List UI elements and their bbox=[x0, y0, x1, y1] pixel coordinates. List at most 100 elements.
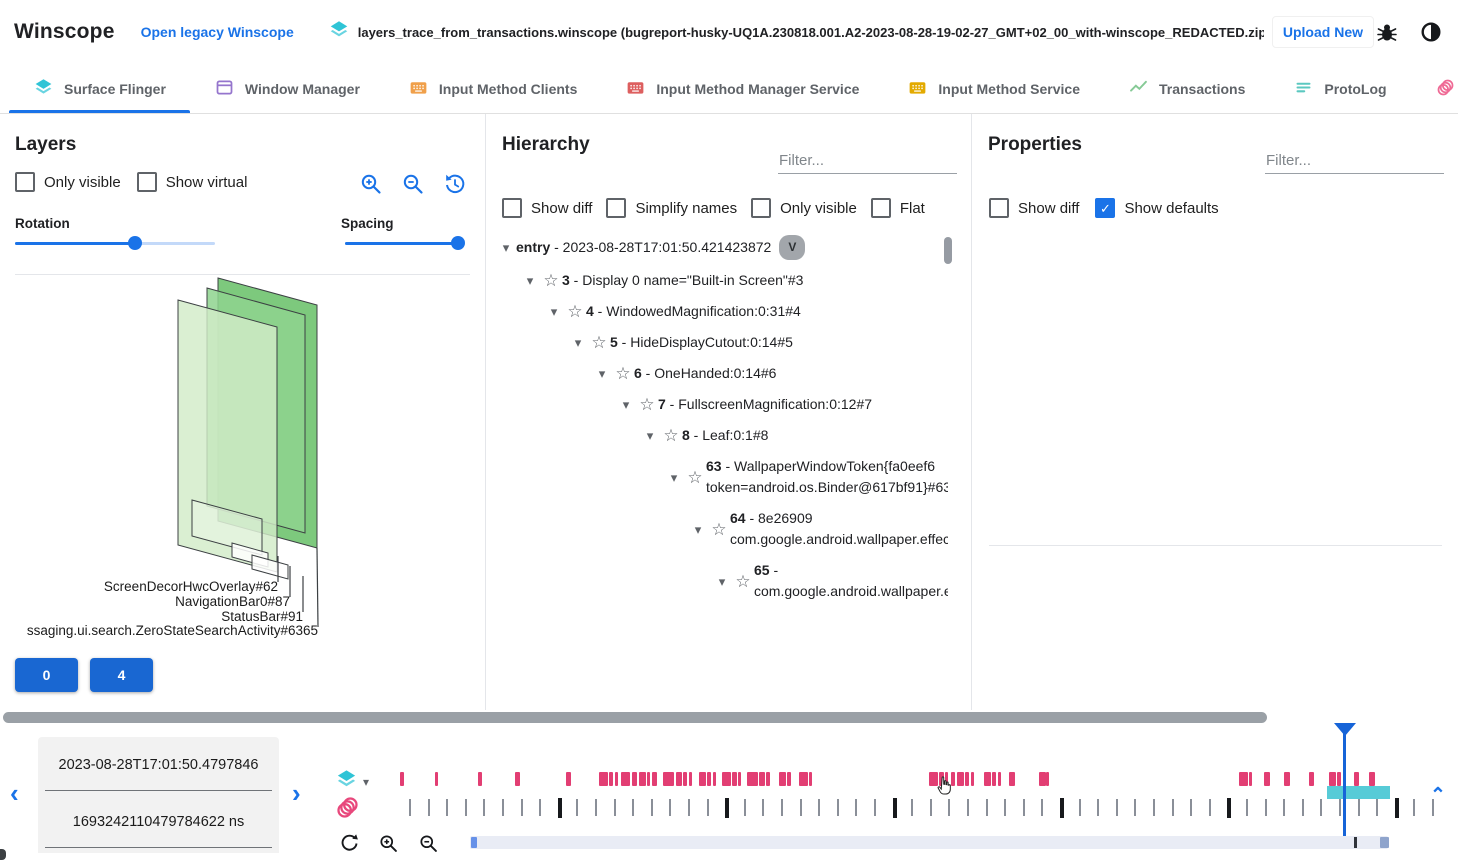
dark-mode-icon[interactable] bbox=[1418, 19, 1444, 45]
timeline-cursor[interactable] bbox=[1343, 723, 1346, 836]
transition-marker[interactable] bbox=[713, 772, 716, 786]
tree-row-7[interactable]: ▾☆7 - FullscreenMagnification:0:12#7 bbox=[496, 389, 948, 420]
transition-marker[interactable] bbox=[939, 772, 944, 786]
pin-star-icon[interactable]: ☆ bbox=[588, 332, 610, 353]
entry-tick[interactable] bbox=[483, 799, 485, 816]
transition-marker[interactable] bbox=[766, 772, 770, 786]
entry-tick[interactable] bbox=[1283, 799, 1285, 816]
transition-marker[interactable] bbox=[759, 772, 765, 786]
tree-row-63[interactable]: ▾☆63 - WallpaperWindowToken{fa0eef6 toke… bbox=[496, 451, 948, 503]
transition-marker[interactable] bbox=[400, 772, 404, 786]
hierarchy-scrollbar[interactable] bbox=[944, 237, 952, 264]
transition-marker[interactable] bbox=[683, 772, 687, 786]
entry-tick[interactable] bbox=[707, 799, 709, 816]
tree-row-4[interactable]: ▾☆4 - WindowedMagnification:0:31#4 bbox=[496, 296, 948, 327]
entry-tick[interactable] bbox=[409, 799, 411, 816]
entry-tick[interactable] bbox=[1172, 799, 1174, 816]
checkbox-box[interactable] bbox=[502, 198, 522, 218]
bug-report-icon[interactable] bbox=[1374, 19, 1400, 45]
transition-marker[interactable] bbox=[951, 772, 955, 786]
transition-marker[interactable] bbox=[707, 772, 711, 786]
entry-tick[interactable] bbox=[1376, 799, 1378, 816]
timeline-range-slider[interactable] bbox=[470, 836, 1388, 849]
entry-tick[interactable] bbox=[1023, 799, 1025, 816]
transition-marker[interactable] bbox=[647, 772, 650, 786]
transition-marker[interactable] bbox=[1337, 772, 1341, 786]
entry-tick[interactable] bbox=[465, 799, 467, 816]
collapse-triangle-icon[interactable]: ▾ bbox=[520, 270, 540, 291]
transition-marker[interactable] bbox=[929, 772, 938, 786]
entry-tick[interactable] bbox=[1004, 799, 1006, 816]
entry-tick[interactable] bbox=[688, 799, 690, 816]
transition-marker[interactable] bbox=[971, 772, 974, 786]
entry-tick[interactable] bbox=[1041, 799, 1043, 816]
transition-marker[interactable] bbox=[621, 772, 630, 786]
entry-tick[interactable] bbox=[1265, 799, 1267, 816]
entry-tick[interactable] bbox=[446, 799, 448, 816]
transition-marker[interactable] bbox=[787, 772, 791, 786]
surface-flinger-trace-icon[interactable] bbox=[335, 768, 358, 796]
tab-window-manager[interactable]: Window Manager bbox=[190, 64, 384, 113]
reset-view-icon[interactable] bbox=[443, 172, 467, 196]
entry-tick[interactable] bbox=[837, 799, 839, 816]
entry-tick[interactable] bbox=[632, 799, 634, 816]
transition-marker[interactable] bbox=[676, 772, 682, 786]
collapse-triangle-icon[interactable]: ▾ bbox=[568, 332, 588, 353]
tree-row-65[interactable]: ▾☆65 - com.google.android.wallpaper.effe… bbox=[496, 555, 948, 607]
transition-marker[interactable] bbox=[1039, 772, 1046, 786]
rotation-slider-thumb[interactable] bbox=[128, 236, 142, 250]
entry-tick[interactable] bbox=[651, 799, 653, 816]
transition-marker[interactable] bbox=[652, 772, 657, 786]
transition-marker[interactable] bbox=[747, 772, 758, 786]
checkbox-box[interactable] bbox=[137, 172, 157, 192]
checkbox-box[interactable] bbox=[606, 198, 626, 218]
checkbox-only-visible[interactable]: Only visible bbox=[15, 172, 121, 192]
entry-tick[interactable] bbox=[1320, 799, 1322, 816]
prev-entry-chevron[interactable]: ‹ bbox=[10, 780, 19, 806]
entry-tick[interactable] bbox=[1190, 799, 1192, 816]
entry-tick[interactable] bbox=[1395, 798, 1399, 818]
entry-tick[interactable] bbox=[911, 799, 913, 816]
tab-surface-flinger[interactable]: Surface Flinger bbox=[9, 64, 190, 113]
entry-tick[interactable] bbox=[986, 799, 988, 816]
hierarchy-filter-input[interactable] bbox=[778, 148, 957, 174]
collapse-triangle-icon[interactable]: ▾ bbox=[640, 425, 660, 446]
entry-tick[interactable] bbox=[967, 799, 969, 816]
entry-tick[interactable] bbox=[818, 799, 820, 816]
entry-tick[interactable] bbox=[893, 798, 897, 818]
entry-tick[interactable] bbox=[948, 799, 950, 816]
layer-id-button-0[interactable]: 0 bbox=[15, 658, 78, 692]
entry-tick[interactable] bbox=[1116, 799, 1118, 816]
collapse-triangle-icon[interactable]: ▾ bbox=[496, 237, 516, 258]
tree-row-8[interactable]: ▾☆8 - Leaf:0:1#8 bbox=[496, 420, 948, 451]
transition-marker[interactable] bbox=[738, 772, 741, 786]
expand-timeline-chevron[interactable]: ⌃ bbox=[1430, 784, 1446, 807]
transition-marker[interactable] bbox=[1239, 772, 1248, 786]
transition-marker[interactable] bbox=[984, 772, 991, 786]
entry-tick[interactable] bbox=[1339, 799, 1341, 816]
entry-tick[interactable] bbox=[1060, 798, 1064, 818]
collapse-triangle-icon[interactable]: ▾ bbox=[688, 519, 708, 540]
transition-marker[interactable] bbox=[1309, 772, 1314, 786]
transition-marker[interactable] bbox=[615, 772, 618, 786]
rotation-slider[interactable] bbox=[15, 236, 215, 250]
entry-tick[interactable] bbox=[762, 799, 764, 816]
entry-tick[interactable] bbox=[1153, 799, 1155, 816]
tab-input-method-service[interactable]: Input Method Service bbox=[883, 64, 1104, 113]
transition-marker[interactable] bbox=[992, 772, 996, 786]
transition-marker[interactable] bbox=[1284, 772, 1290, 786]
checkbox-box[interactable] bbox=[871, 198, 891, 218]
checkbox-flat[interactable]: Flat bbox=[871, 198, 925, 218]
transition-marker[interactable] bbox=[779, 772, 786, 786]
entry-tick[interactable] bbox=[744, 799, 746, 816]
entry-tick[interactable] bbox=[576, 799, 578, 816]
layers-3d-canvas[interactable]: ScreenDecorHwcOverlay#62 NavigationBar0#… bbox=[0, 275, 486, 647]
transition-marker[interactable] bbox=[663, 772, 674, 786]
collapse-triangle-icon[interactable]: ▾ bbox=[544, 301, 564, 322]
entry-tick[interactable] bbox=[558, 798, 562, 818]
pin-star-icon[interactable]: ☆ bbox=[564, 301, 586, 322]
open-legacy-link[interactable]: Open legacy Winscope bbox=[141, 24, 294, 40]
checkbox-box[interactable] bbox=[15, 172, 35, 192]
tab-transactions[interactable]: Transactions bbox=[1104, 64, 1269, 113]
entry-tick[interactable] bbox=[874, 799, 876, 816]
